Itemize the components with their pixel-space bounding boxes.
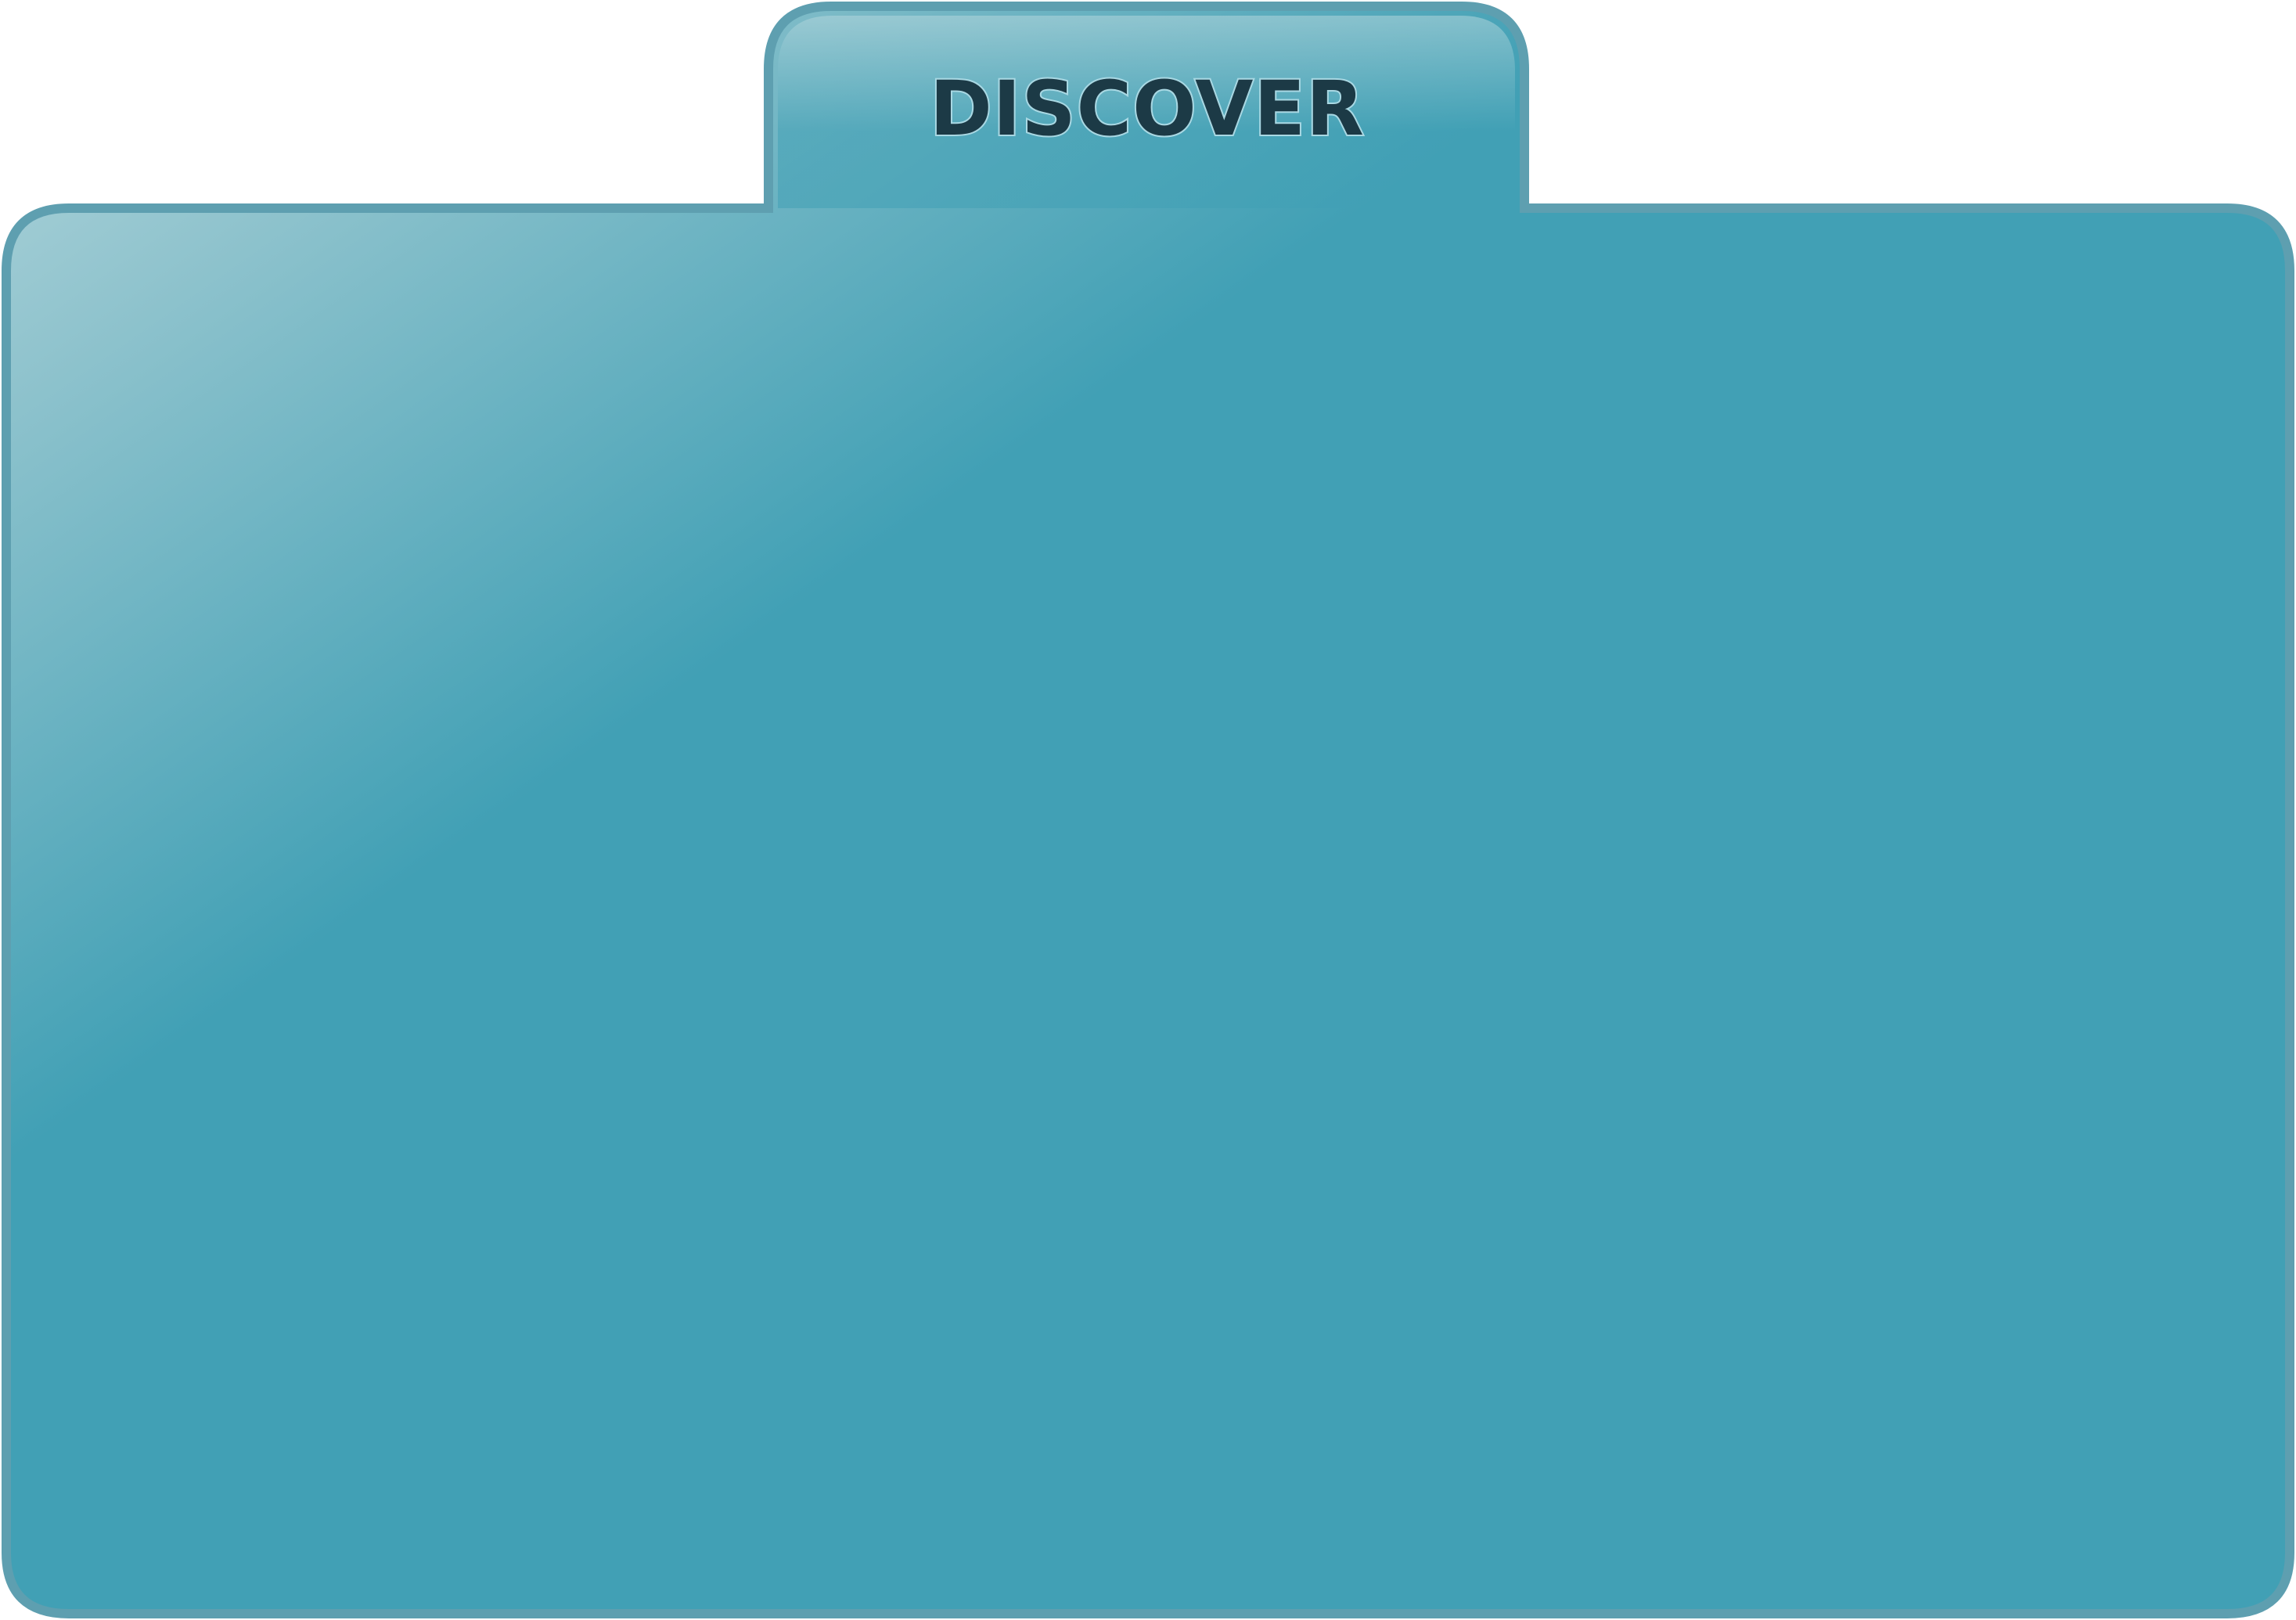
- folder-shape: DISCOVER: [2, 2, 2294, 1618]
- folder-body: [2, 2, 2294, 1618]
- tab-label: DISCOVER: [930, 65, 1365, 153]
- folder-card: DISCOVER: [0, 0, 2296, 1620]
